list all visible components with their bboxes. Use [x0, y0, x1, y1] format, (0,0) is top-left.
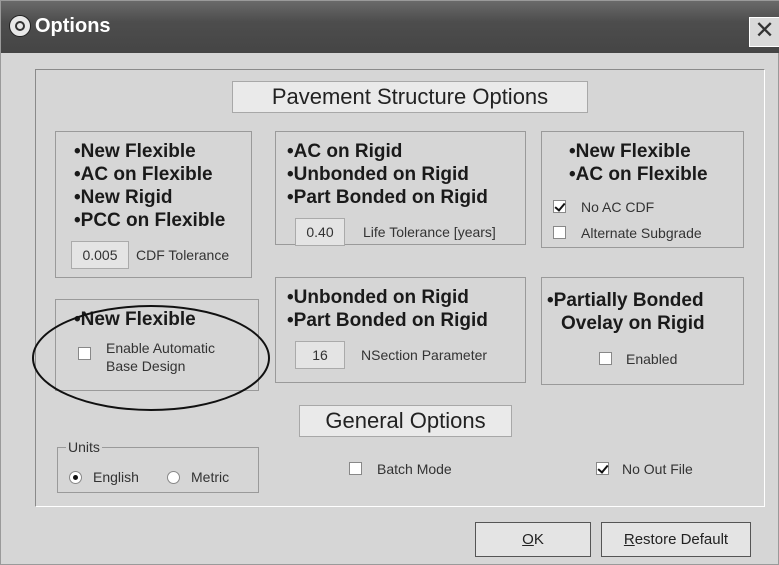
batch-mode-label: Batch Mode	[377, 461, 452, 477]
group-item: •AC on Flexible	[74, 164, 213, 185]
alternate-subgrade-checkbox[interactable]	[553, 226, 566, 239]
units-group: Units English Metric	[57, 439, 259, 493]
title-bar[interactable]: Options ✕	[1, 1, 779, 53]
enabled-label: Enabled	[626, 351, 678, 367]
no-ac-cdf-label: No AC CDF	[581, 199, 655, 215]
group-item: •Part Bonded on Rigid	[287, 187, 488, 208]
cdf-tolerance-label: CDF Tolerance	[136, 247, 230, 263]
ok-label: K	[533, 531, 544, 548]
cdf-tolerance-field[interactable]: 0.005	[71, 241, 129, 269]
group-item: •Part Bonded on Rigid	[287, 310, 488, 331]
options-panel: Pavement Structure Options •New Flexible…	[32, 69, 765, 507]
enabled-checkbox[interactable]	[599, 352, 612, 365]
life-tolerance-field[interactable]: 0.40	[295, 218, 345, 246]
no-out-file-label: No Out File	[622, 461, 693, 477]
english-radio[interactable]	[69, 471, 82, 484]
metric-radio[interactable]	[167, 471, 180, 484]
group-item: •Partially Bonded	[547, 290, 704, 311]
window-title: Options	[35, 15, 111, 37]
group-item: •PCC on Flexible	[74, 210, 226, 231]
annotation-ellipse	[32, 305, 270, 411]
options-gear-icon	[9, 15, 31, 37]
group-item: •AC on Rigid	[287, 141, 403, 162]
group-item: •AC on Flexible	[569, 164, 708, 185]
close-button[interactable]: ✕	[749, 17, 779, 47]
group-no-ac-cdf: •New Flexible •AC on Flexible No AC CDF …	[541, 131, 744, 248]
group-item: •New Flexible	[74, 141, 196, 162]
group-item: •Unbonded on Rigid	[287, 287, 469, 308]
ok-mnemonic: O	[522, 531, 534, 548]
group-item: •New Flexible	[569, 141, 691, 162]
group-item: Ovelay on Rigid	[561, 313, 705, 334]
group-item: •New Rigid	[74, 187, 173, 208]
alternate-subgrade-label: Alternate Subgrade	[581, 225, 702, 241]
english-label: English	[93, 469, 139, 485]
restore-label: estore Default	[634, 531, 729, 548]
group-item: •Unbonded on Rigid	[287, 164, 469, 185]
no-ac-cdf-checkbox[interactable]	[553, 200, 566, 213]
group-new-flexible-cdf: •New Flexible •AC on Flexible •New Rigid…	[55, 131, 252, 278]
restore-default-button[interactable]: Restore Default	[601, 522, 751, 557]
options-dialog: Options ✕ Pavement Structure Options •Ne…	[0, 0, 779, 565]
group-nsection: •Unbonded on Rigid •Part Bonded on Rigid…	[275, 277, 526, 383]
units-legend: Units	[66, 439, 102, 455]
restore-mnemonic: R	[623, 531, 635, 548]
life-tolerance-label: Life Tolerance [years]	[363, 224, 496, 240]
ok-button[interactable]: OK	[475, 522, 591, 557]
batch-mode-checkbox[interactable]	[349, 462, 362, 475]
general-options-heading: General Options	[299, 405, 512, 437]
no-out-file-checkbox[interactable]	[596, 462, 609, 475]
group-partially-bonded: •Partially Bonded Ovelay on Rigid Enable…	[541, 277, 744, 385]
pavement-structure-heading: Pavement Structure Options	[232, 81, 588, 113]
metric-label: Metric	[191, 469, 230, 485]
nsection-parameter-label: NSection Parameter	[361, 347, 488, 363]
group-ac-on-rigid: •AC on Rigid •Unbonded on Rigid •Part Bo…	[275, 131, 526, 246]
nsection-parameter-field[interactable]: 16	[295, 341, 345, 369]
